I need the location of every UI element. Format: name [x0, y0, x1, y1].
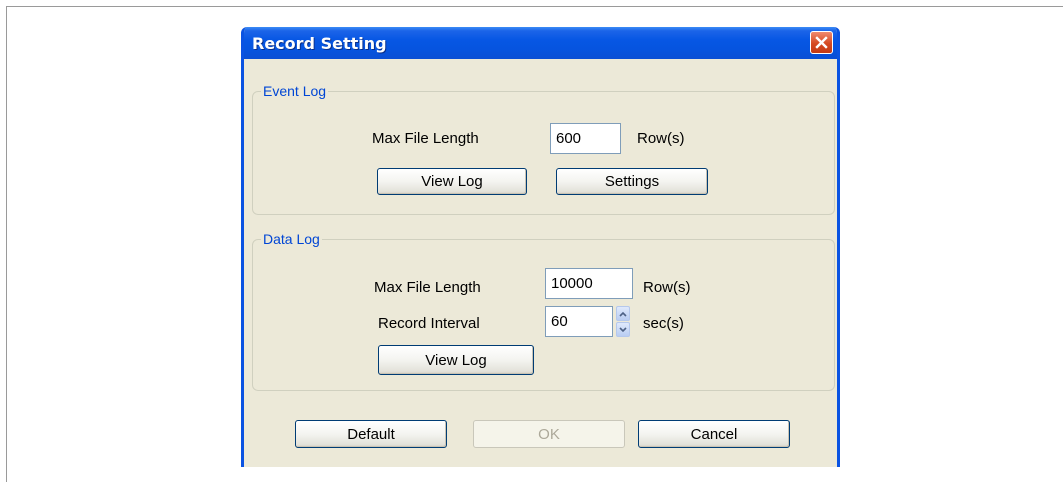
spin-down-icon: [619, 326, 627, 332]
default-button[interactable]: Default: [295, 420, 447, 448]
cancel-button[interactable]: Cancel: [638, 420, 790, 448]
record-interval-spinner[interactable]: [616, 306, 630, 337]
title-bar[interactable]: Record Setting: [244, 27, 837, 59]
record-interval-input[interactable]: 60: [545, 306, 613, 337]
event-settings-button[interactable]: Settings: [556, 168, 708, 195]
close-icon: [815, 36, 828, 49]
event-log-legend: Event Log: [263, 83, 327, 99]
data-log-legend: Data Log: [263, 231, 320, 247]
page-frame-left: [6, 6, 7, 482]
ok-button[interactable]: OK: [473, 420, 625, 448]
spin-up-icon: [619, 311, 627, 317]
interval-unit: sec(s): [643, 315, 684, 332]
data-view-log-button[interactable]: View Log: [378, 345, 534, 375]
data-max-file-length-label: Max File Length: [374, 279, 481, 296]
spin-down-button[interactable]: [616, 322, 630, 337]
event-rows-unit: Row(s): [637, 130, 685, 147]
event-max-file-length-label: Max File Length: [372, 130, 479, 147]
page-frame-top: [6, 6, 1063, 7]
event-max-file-length-input[interactable]: 600: [550, 123, 621, 154]
close-button[interactable]: [810, 31, 833, 54]
event-view-log-button[interactable]: View Log: [377, 168, 527, 195]
record-setting-dialog: Record Setting Event Log Max File Length…: [241, 27, 840, 467]
record-interval-label: Record Interval: [378, 315, 480, 332]
spin-up-button[interactable]: [616, 306, 630, 321]
data-max-file-length-input[interactable]: 10000: [545, 268, 633, 299]
dialog-title: Record Setting: [252, 34, 387, 53]
data-log-group: Data Log: [252, 231, 835, 391]
data-rows-unit: Row(s): [643, 279, 691, 296]
event-log-group: Event Log: [252, 83, 835, 215]
